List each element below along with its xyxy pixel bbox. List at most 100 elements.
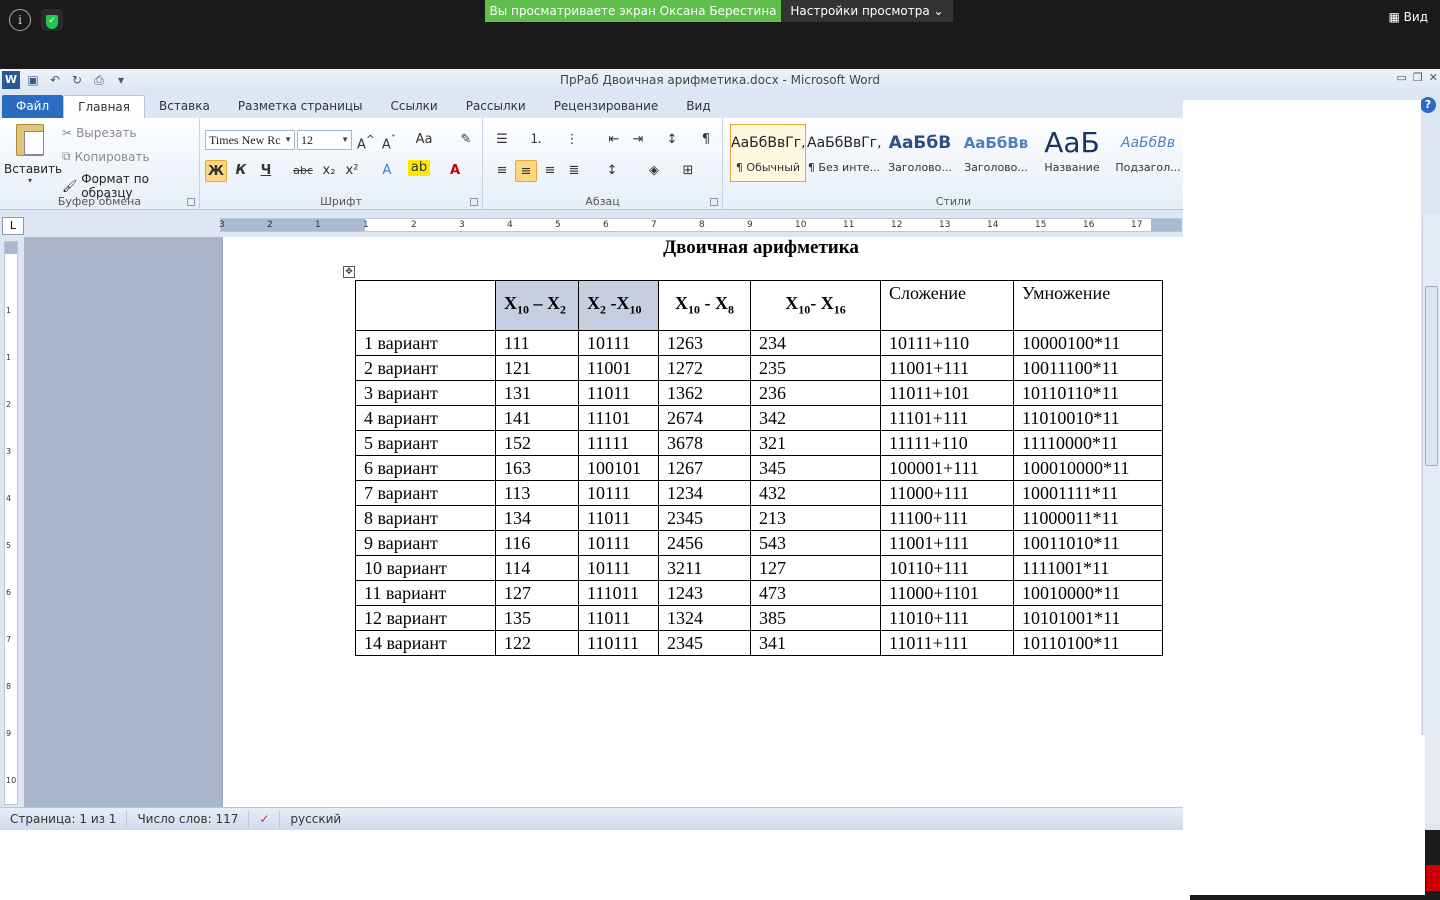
table-cell[interactable]: 10111 <box>578 480 659 506</box>
style-heading-2[interactable]: АаБбВв Заголово... <box>958 124 1034 182</box>
header-cell[interactable]: X10- X16 <box>750 280 881 331</box>
table-cell[interactable]: 12 вариант <box>355 605 496 631</box>
table-move-handle-icon[interactable]: ✥ <box>343 266 355 278</box>
table-cell[interactable]: 385 <box>750 605 881 631</box>
table-cell[interactable]: 131 <box>495 380 579 406</box>
zoom-view-button[interactable]: ▦ Вид <box>1389 10 1428 24</box>
header-cell-addition[interactable]: Сложение <box>880 280 1014 331</box>
table-cell[interactable]: 11111+110 <box>880 430 1014 456</box>
table-cell[interactable]: 2674 <box>658 405 751 431</box>
table-cell[interactable]: 8 вариант <box>355 505 496 531</box>
table-cell[interactable]: 11111 <box>578 430 659 456</box>
table-cell[interactable]: 100001+111 <box>880 455 1014 481</box>
word-count[interactable]: Число слов: 117 <box>127 811 250 827</box>
style-no-spacing[interactable]: АаБбВвГг, ¶ Без инте... <box>806 124 882 182</box>
font-name-select[interactable]: Times New Rc ▼ <box>205 130 295 150</box>
table-cell[interactable]: 141 <box>495 405 579 431</box>
table-cell[interactable]: 543 <box>750 530 881 556</box>
superscript-icon[interactable]: x² <box>341 160 363 182</box>
table-cell[interactable]: 152 <box>495 430 579 456</box>
table-cell[interactable]: 113 <box>495 480 579 506</box>
table-cell[interactable]: 127 <box>495 580 579 606</box>
table-cell[interactable]: 100101 <box>578 455 659 481</box>
paste-button[interactable]: Вставить ▾ <box>4 124 62 188</box>
table-cell[interactable]: 11110000*11 <box>1013 430 1163 456</box>
tab-selector[interactable]: L <box>2 217 24 235</box>
table-cell[interactable]: 3211 <box>658 555 751 581</box>
table-cell[interactable]: 10011100*11 <box>1013 355 1163 381</box>
table-cell[interactable]: 473 <box>750 580 881 606</box>
align-left-icon[interactable]: ≡ <box>491 160 513 182</box>
sort-icon[interactable]: ↕ <box>661 129 683 151</box>
table-cell[interactable]: 127 <box>750 555 881 581</box>
table-cell[interactable]: 11001+111 <box>880 355 1014 381</box>
bullets-icon[interactable]: ☰ <box>491 129 513 151</box>
table-cell[interactable]: 10111 <box>578 555 659 581</box>
table-cell[interactable]: 11100+111 <box>880 505 1014 531</box>
decrease-indent-icon[interactable]: ⇤ <box>603 129 625 151</box>
italic-button[interactable]: К <box>230 160 252 182</box>
shrink-font-icon[interactable]: Aˇ <box>378 129 400 152</box>
subscript-icon[interactable]: x₂ <box>318 160 340 182</box>
table-cell[interactable]: 213 <box>750 505 881 531</box>
tab-insert[interactable]: Вставка <box>145 95 224 118</box>
table-cell[interactable]: 116 <box>495 530 579 556</box>
dialog-launcher-icon[interactable] <box>710 198 718 206</box>
table-cell[interactable]: 1 вариант <box>355 330 496 356</box>
table-cell[interactable]: 2345 <box>658 505 751 531</box>
table-cell[interactable]: 342 <box>750 405 881 431</box>
table-cell[interactable]: 7 вариант <box>355 480 496 506</box>
table-cell[interactable]: 110111 <box>578 630 659 656</box>
info-icon[interactable]: i <box>9 9 31 31</box>
table-cell[interactable]: 163 <box>495 455 579 481</box>
table-cell[interactable]: 2345 <box>658 630 751 656</box>
grow-font-icon[interactable]: A^ <box>355 129 377 152</box>
vertical-ruler[interactable]: 11234567891011 <box>4 241 18 832</box>
dialog-launcher-icon[interactable] <box>187 198 195 206</box>
line-spacing-icon[interactable]: ↕ <box>601 160 623 182</box>
table-cell[interactable]: 5 вариант <box>355 430 496 456</box>
table-cell[interactable]: 10110+111 <box>880 555 1014 581</box>
table-cell[interactable]: 9 вариант <box>355 530 496 556</box>
table-cell[interactable]: 111 <box>495 330 579 356</box>
document-area[interactable]: Двоичная арифметика ✥ X10 – X2 X2 -X10 X… <box>24 237 1184 807</box>
help-icon[interactable]: ? <box>1420 97 1436 113</box>
table-cell[interactable]: 11000+1101 <box>880 580 1014 606</box>
table-cell[interactable]: 4 вариант <box>355 405 496 431</box>
table-cell[interactable]: 345 <box>750 455 881 481</box>
table-cell[interactable]: 10110100*11 <box>1013 630 1163 656</box>
shield-icon[interactable]: ✓ <box>41 9 63 31</box>
table-cell[interactable]: 11001 <box>578 355 659 381</box>
table-cell[interactable]: 122 <box>495 630 579 656</box>
table-cell[interactable]: 111011 <box>578 580 659 606</box>
table-cell[interactable]: 114 <box>495 555 579 581</box>
table-cell[interactable]: 11000+111 <box>880 480 1014 506</box>
style-normal[interactable]: АаБбВвГг, ¶ Обычный <box>730 124 806 182</box>
close-icon[interactable]: ✕ <box>1429 71 1438 84</box>
table-cell[interactable]: 3678 <box>658 430 751 456</box>
minimize-icon[interactable]: ▭ <box>1397 71 1407 84</box>
dialog-launcher-icon[interactable] <box>470 198 478 206</box>
table-cell[interactable]: 10110110*11 <box>1013 380 1163 406</box>
table-cell[interactable]: 10010000*11 <box>1013 580 1163 606</box>
header-cell-empty[interactable] <box>355 280 496 331</box>
style-heading-1[interactable]: АаБбВ Заголово... <box>882 124 958 182</box>
style-title[interactable]: АаБ Название <box>1034 124 1110 182</box>
tab-page-layout[interactable]: Разметка страницы <box>224 95 377 118</box>
table-cell[interactable]: 11011+101 <box>880 380 1014 406</box>
cut-button[interactable]: ✂ Вырезать <box>62 126 137 140</box>
table-cell[interactable]: 1324 <box>658 605 751 631</box>
clear-formatting-icon[interactable]: ✎ <box>455 129 477 151</box>
shading-icon[interactable]: ◈ <box>643 160 665 182</box>
header-cell-multiplication[interactable]: Умножение <box>1013 280 1163 331</box>
table-cell[interactable]: 11101+111 <box>880 405 1014 431</box>
tab-view[interactable]: Вид <box>672 95 724 118</box>
show-formatting-icon[interactable]: ¶ <box>695 129 717 151</box>
highlight-icon[interactable]: ab <box>408 160 430 176</box>
table-cell[interactable]: 1243 <box>658 580 751 606</box>
table-cell[interactable]: 11011 <box>578 605 659 631</box>
table-cell[interactable]: 10000100*11 <box>1013 330 1163 356</box>
strikethrough-icon[interactable]: abc <box>292 160 314 182</box>
numbering-icon[interactable]: ⒈ <box>525 129 547 151</box>
table-cell[interactable]: 1234 <box>658 480 751 506</box>
